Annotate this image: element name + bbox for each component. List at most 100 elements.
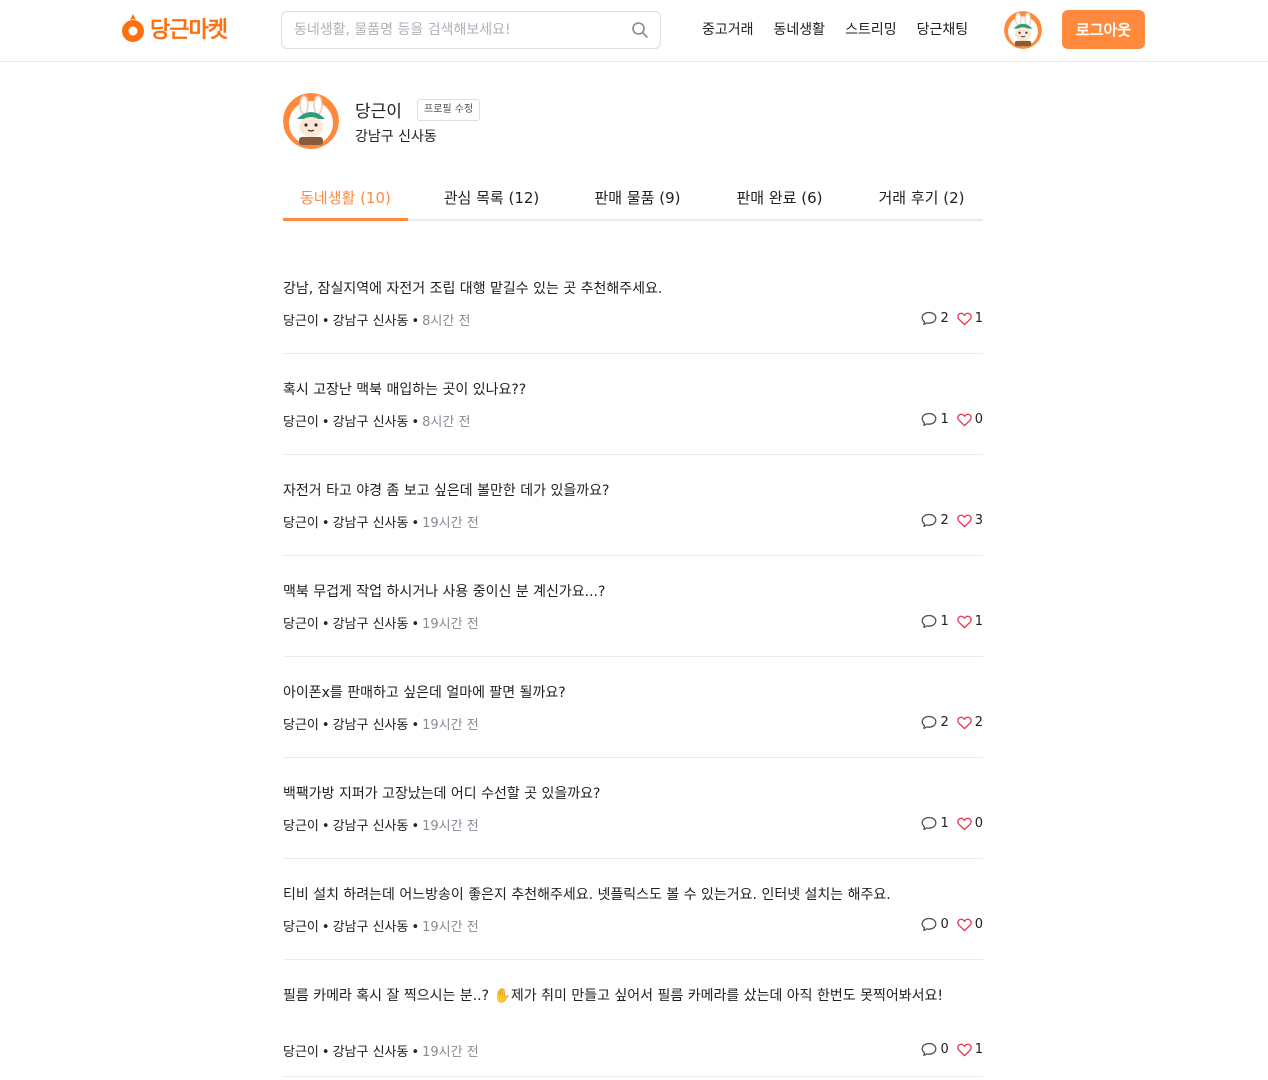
search-input[interactable] <box>282 12 620 48</box>
meta-separator: • <box>411 415 420 430</box>
post-meta: 당근이 • 강남구 신사동 • 19시간 전 <box>283 815 479 834</box>
main-nav: 중고거래 동네생활 스트리밍 당근채팅 <box>702 18 968 42</box>
heart-icon <box>956 817 972 831</box>
like-count-value: 0 <box>974 917 983 932</box>
meta-separator: • <box>411 617 420 632</box>
post-title: 혹시 고장난 맥북 매입하는 곳이 있나요?? <box>283 382 527 398</box>
like-count: 3 <box>956 513 983 528</box>
post-stats: 01 <box>921 1042 983 1057</box>
logout-button[interactable]: 로그아웃 <box>1062 10 1145 49</box>
meta-separator: • <box>321 617 330 632</box>
comment-count-value: 1 <box>940 614 949 629</box>
post-meta: 당근이 • 강남구 신사동 • 19시간 전 <box>283 714 479 733</box>
heart-icon <box>956 514 972 528</box>
profile-region: 강남구 신사동 <box>355 129 437 145</box>
meta-separator: • <box>411 314 420 329</box>
post-item[interactable]: 필름 카메라 혹시 잘 찍으시는 분..? ✋제가 취미 만들고 싶어서 필름 … <box>283 977 983 1077</box>
post-item[interactable]: 백팩가방 지퍼가 고장났는데 어디 수선할 곳 있을까요? 당근이 • 강남구 신사동… <box>283 775 983 859</box>
header-avatar[interactable] <box>1004 11 1042 49</box>
post-title: 자전거 타고 야경 좀 보고 싶은데 볼만한 데가 있을까요? <box>283 483 610 499</box>
post-time: 19시간 전 <box>422 516 479 531</box>
like-count-value: 3 <box>974 513 983 528</box>
meta-separator: • <box>411 920 420 935</box>
post-time: 8시간 전 <box>422 314 471 329</box>
tab-reviews[interactable]: 거래 후기 (2) <box>863 178 980 221</box>
like-count-value: 1 <box>974 1042 983 1057</box>
post-region: 강남구 신사동 <box>332 617 409 632</box>
meta-separator: • <box>411 516 420 531</box>
post-region: 강남구 신사동 <box>332 819 409 834</box>
post-time: 19시간 전 <box>422 1045 479 1060</box>
like-count: 2 <box>956 715 983 730</box>
post-item[interactable]: 혹시 고장난 맥북 매입하는 곳이 있나요?? 당근이 • 강남구 신사동 • 8시간 전… <box>283 371 983 455</box>
nav-streaming[interactable]: 스트리밍 <box>845 18 897 42</box>
post-stats: 21 <box>921 311 983 326</box>
meta-separator: • <box>411 718 420 733</box>
post-region: 강남구 신사동 <box>332 516 409 531</box>
post-stats: 23 <box>921 513 983 528</box>
comment-count: 1 <box>921 614 949 629</box>
tab-interests[interactable]: 관심 목록 (12) <box>433 178 550 221</box>
post-author: 당근이 <box>283 920 319 935</box>
comment-count-value: 2 <box>940 715 949 730</box>
rabbit-avatar-icon <box>283 93 339 149</box>
heart-icon <box>956 716 972 730</box>
post-item[interactable]: 강남, 잠실지역에 자전거 조립 대행 맡길수 있는 곳 추천해주세요. 당근이 •… <box>283 270 983 354</box>
like-count: 0 <box>956 917 983 932</box>
like-count: 1 <box>956 1042 983 1057</box>
meta-separator: • <box>321 819 330 834</box>
meta-separator: • <box>321 314 330 329</box>
comment-count: 1 <box>921 412 949 427</box>
like-count-value: 2 <box>974 715 983 730</box>
comment-count: 0 <box>921 1042 949 1057</box>
post-meta: 당근이 • 강남구 신사동 • 19시간 전 <box>283 613 479 632</box>
meta-separator: • <box>321 1045 330 1060</box>
comment-icon <box>921 917 937 932</box>
like-count: 0 <box>956 816 983 831</box>
heart-icon <box>956 918 972 932</box>
meta-separator: • <box>411 819 420 834</box>
edit-profile-button[interactable]: 프로필 수정 <box>417 99 481 121</box>
nav-chat[interactable]: 당근채팅 <box>917 18 969 42</box>
search-icon[interactable] <box>620 12 660 48</box>
post-region: 강남구 신사동 <box>332 1045 409 1060</box>
nav-used-trade[interactable]: 중고거래 <box>702 18 754 42</box>
profile-name: 당근이 <box>355 102 402 122</box>
comment-count-value: 1 <box>940 412 949 427</box>
post-author: 당근이 <box>283 1045 319 1060</box>
like-count-value: 1 <box>974 311 983 326</box>
comment-count-value: 1 <box>940 816 949 831</box>
heart-icon <box>956 615 972 629</box>
post-item[interactable]: 아이폰x를 판매하고 싶은데 얼마에 팔면 될까요? 당근이 • 강남구 신사동 • 19… <box>283 674 983 758</box>
post-item[interactable]: 맥북 무겁게 작업 하시거나 사용 중이신 분 계신가요...? 당근이 • 강남구 … <box>283 573 983 657</box>
daangn-logo[interactable]: 당근마켓 <box>120 10 228 46</box>
post-author: 당근이 <box>283 819 319 834</box>
nav-neighborhood[interactable]: 동네생활 <box>774 18 826 42</box>
post-author: 당근이 <box>283 516 319 531</box>
post-item[interactable]: 자전거 타고 야경 좀 보고 싶은데 볼만한 데가 있을까요? 당근이 • 강남구 신… <box>283 472 983 556</box>
comment-icon <box>921 1042 937 1057</box>
like-count-value: 1 <box>974 614 983 629</box>
post-time: 19시간 전 <box>422 819 479 834</box>
post-author: 당근이 <box>283 314 319 329</box>
comment-count: 2 <box>921 311 949 326</box>
heart-icon <box>956 1043 972 1057</box>
post-author: 당근이 <box>283 617 319 632</box>
top-header: 당근마켓 중고거래 동네생활 스트리밍 당근채팅 로그아웃 <box>0 0 1268 62</box>
comment-count: 2 <box>921 715 949 730</box>
post-author: 당근이 <box>283 718 319 733</box>
comment-icon <box>921 412 937 427</box>
meta-separator: • <box>411 1045 420 1060</box>
tab-neighborhood[interactable]: 동네생활 (10) <box>283 178 408 221</box>
post-stats: 10 <box>921 412 983 427</box>
post-title: 필름 카메라 혹시 잘 찍으시는 분..? ✋제가 취미 만들고 싶어서 필름 … <box>283 988 943 1004</box>
rabbit-avatar-icon <box>1004 11 1042 49</box>
post-time: 19시간 전 <box>422 617 479 632</box>
tab-sold[interactable]: 판매 완료 (6) <box>721 178 838 221</box>
post-region: 강남구 신사동 <box>332 920 409 935</box>
post-meta: 당근이 • 강남구 신사동 • 8시간 전 <box>283 411 470 430</box>
like-count: 1 <box>956 311 983 326</box>
post-title: 맥북 무겁게 작업 하시거나 사용 중이신 분 계신가요...? <box>283 584 606 600</box>
post-item[interactable]: 티비 설치 하려는데 어느방송이 좋은지 추천해주세요. 넷플릭스도 볼 수 있… <box>283 876 983 960</box>
tab-for-sale[interactable]: 판매 물품 (9) <box>579 178 696 221</box>
